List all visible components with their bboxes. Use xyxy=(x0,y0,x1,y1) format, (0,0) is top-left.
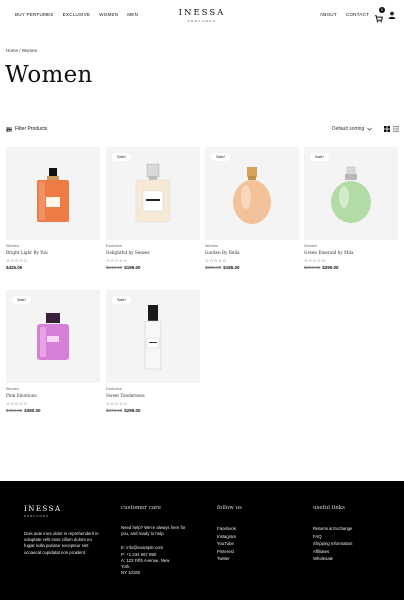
link-returns-exchange[interactable]: Returns & Exchange xyxy=(313,525,352,533)
product-card[interactable]: Women Bright Light By You ☆☆☆☆☆ $425.00 xyxy=(6,147,100,270)
filter-icon xyxy=(6,126,12,132)
contact-address: A: 123 Fifth Avenue, New York, xyxy=(121,557,170,570)
footer-customer-care: customer care Need help? We're always he… xyxy=(121,505,187,576)
product-rating: ☆☆☆☆☆ xyxy=(304,258,326,263)
product-category[interactable]: Women xyxy=(6,244,100,248)
product-price: $215.00 $199.00 xyxy=(106,265,200,270)
nav-contact[interactable]: CONTACT xyxy=(346,12,369,17)
filter-label: Filter Products xyxy=(15,126,48,132)
product-name[interactable]: Pink Emotions xyxy=(6,393,100,398)
product-name[interactable]: Sweet Tenderness xyxy=(106,393,200,398)
product-image[interactable]: Sale! xyxy=(205,147,299,240)
footer-follow-us: follow us Facebook Instagram YouTube Pin… xyxy=(217,505,242,563)
link-affiliates[interactable]: Affiliates xyxy=(313,548,352,556)
footer-about-text: Duis aute irure dolor in reprehenderit i… xyxy=(24,531,99,555)
product-old-price: $215.00 xyxy=(106,265,123,270)
footer-useful-links: useful links Returns & Exchange FAQ Ship… xyxy=(313,505,352,563)
product-sale-price: $185.00 xyxy=(223,265,240,270)
footer-logo-name: INESSA xyxy=(24,505,62,513)
product-price: $450.00 $390.00 xyxy=(6,408,100,413)
product-old-price: $350.00 xyxy=(304,265,321,270)
product-sale-price: $425.00 xyxy=(6,265,23,270)
header-icons: 0 xyxy=(374,7,396,23)
product-card[interactable]: Sale! Women Green Emerald by Mila ☆☆☆☆☆ … xyxy=(304,147,398,270)
product-card[interactable]: Sale! Women Garden By Bella ☆☆☆☆☆ $225.0… xyxy=(205,147,299,270)
link-faq[interactable]: FAQ xyxy=(313,533,352,541)
filter-products-button[interactable]: Filter Products xyxy=(6,126,47,132)
product-image[interactable]: Sale! xyxy=(106,290,200,383)
product-rating: ☆☆☆☆☆ xyxy=(106,258,128,263)
product-category[interactable]: Exclusive xyxy=(106,387,200,391)
link-wholesale[interactable]: Wholesale xyxy=(313,555,352,563)
site-header: BUY PERFUMES EXCLUSIVE WOMEN MEN INESSA … xyxy=(0,0,404,30)
chevron-down-icon xyxy=(367,127,373,131)
product-category[interactable]: Women xyxy=(6,387,100,391)
footer-logo[interactable]: INESSA PERFUMES xyxy=(24,505,62,518)
product-sale-price: $299.00 xyxy=(124,408,141,413)
page-title: Women xyxy=(5,62,93,88)
sale-badge: Sale! xyxy=(112,296,131,304)
product-price: $225.00 $185.00 xyxy=(205,265,299,270)
view-switcher xyxy=(384,126,399,132)
link-shipping-information[interactable]: Shipping Information xyxy=(313,540,352,548)
product-sale-price: $290.00 xyxy=(322,265,339,270)
sort-select[interactable]: Default sorting xyxy=(332,126,373,132)
cart-icon xyxy=(374,15,383,23)
list-view-icon[interactable] xyxy=(393,126,399,132)
site-footer: INESSA PERFUMES Duis aute irure dolor in… xyxy=(0,481,404,600)
user-icon[interactable] xyxy=(388,11,396,19)
contact-address-zip: NY 10160 xyxy=(121,570,141,576)
logo-tagline: PERFUMES xyxy=(187,19,217,23)
social-link-youtube[interactable]: YouTube xyxy=(217,540,242,548)
product-image[interactable]: Sale! xyxy=(304,147,398,240)
product-price: $375.00 $299.00 xyxy=(106,408,200,413)
perfume-bottle-icon xyxy=(37,168,69,222)
customer-care-heading: customer care xyxy=(121,505,162,511)
cart-button[interactable]: 0 xyxy=(374,7,385,23)
product-card[interactable]: Sale! Women Pink Emotions ☆☆☆☆☆ $450.00 $… xyxy=(6,290,100,413)
product-rating: ☆☆☆☆☆ xyxy=(205,258,227,263)
product-price: $350.00 $290.00 xyxy=(304,265,398,270)
product-category[interactable]: Women xyxy=(205,244,299,248)
product-sale-price: $390.00 xyxy=(24,408,41,413)
social-link-instagram[interactable]: Instagram xyxy=(217,533,242,541)
nav-about[interactable]: ABOUT xyxy=(320,12,337,17)
social-link-pinterest[interactable]: Pinterest xyxy=(217,548,242,556)
product-name[interactable]: Garden By Bella xyxy=(205,250,299,255)
footer-logo-tagline: PERFUMES xyxy=(24,514,50,518)
secondary-nav: ABOUT CONTACT xyxy=(320,12,369,17)
product-sale-price: $199.00 xyxy=(124,265,141,270)
product-image[interactable]: Sale! xyxy=(106,147,200,240)
product-old-price: $450.00 xyxy=(6,408,23,413)
sale-badge: Sale! xyxy=(211,153,230,161)
product-name[interactable]: Green Emerald by Mila xyxy=(304,250,398,255)
product-rating: ☆☆☆☆☆ xyxy=(6,258,28,263)
product-rating: ☆☆☆☆☆ xyxy=(106,401,128,406)
product-rating: ☆☆☆☆☆ xyxy=(6,401,28,406)
product-price: $425.00 xyxy=(6,265,100,270)
sale-badge: Sale! xyxy=(112,153,131,161)
grid-view-icon[interactable] xyxy=(384,126,390,132)
product-name[interactable]: Bright Light By You xyxy=(6,250,100,255)
useful-links-heading: useful links xyxy=(313,505,345,511)
sort-label: Default sorting xyxy=(332,126,365,132)
social-link-twitter[interactable]: Twitter xyxy=(217,555,242,563)
breadcrumb[interactable]: Home / Women xyxy=(6,48,37,53)
product-name[interactable]: Delightful by Senses xyxy=(106,250,200,255)
sale-badge: Sale! xyxy=(310,153,329,161)
product-category[interactable]: Exclusive xyxy=(106,244,200,248)
product-card[interactable]: Sale! Exclusive Delightful by Senses ☆☆☆… xyxy=(106,147,200,270)
product-image[interactable]: Sale! xyxy=(6,290,100,383)
product-category[interactable]: Women xyxy=(304,244,398,248)
product-image[interactable] xyxy=(6,147,100,240)
social-link-facebook[interactable]: Facebook xyxy=(217,525,242,533)
product-old-price: $225.00 xyxy=(205,265,222,270)
product-old-price: $375.00 xyxy=(106,408,123,413)
cart-count-badge: 0 xyxy=(379,7,385,13)
product-card[interactable]: Sale! Exclusive Sweet Tenderness ☆☆☆☆☆ $… xyxy=(106,290,200,413)
follow-us-heading: follow us xyxy=(217,505,242,511)
customer-care-text: Need help? We're always here for you, an… xyxy=(121,525,186,537)
sale-badge: Sale! xyxy=(12,296,31,304)
